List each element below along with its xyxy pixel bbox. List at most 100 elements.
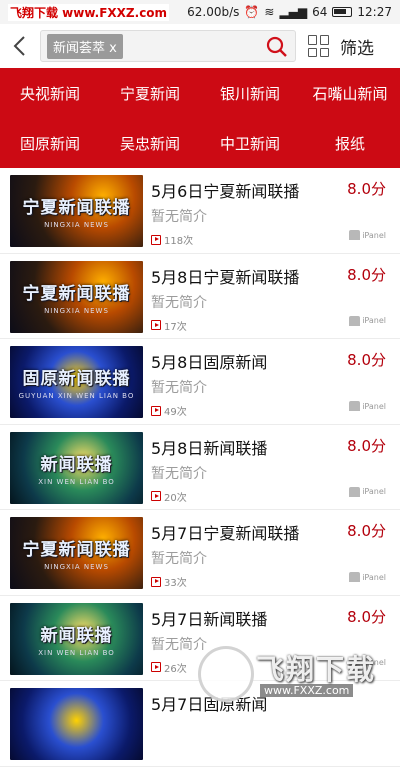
ipanel-source-icon xyxy=(349,486,361,497)
thumbnail-subtitle: XIN WEN LIAN BO xyxy=(38,477,115,486)
ipanel-source-icon xyxy=(349,572,361,582)
video-thumbnail[interactable]: 宁夏新闻联播 NINGXIA NEWS xyxy=(10,260,143,333)
program-intro: 暂无简介 xyxy=(151,465,207,482)
category-zhongwei[interactable]: 中卫新闻 xyxy=(200,118,300,168)
play-count-icon xyxy=(151,405,161,416)
list-item[interactable]: 宁夏新闻联播 NINGXIA NEWS 5月8日宁夏新闻联播 8.0分 暂无简介… xyxy=(0,254,400,339)
category-ningxia[interactable]: 宁夏新闻 xyxy=(100,68,200,118)
thumbnail-subtitle: GUYUAN XIN WEN LIAN BO xyxy=(18,392,135,400)
source-text: iPanel xyxy=(362,401,386,411)
play-count-icon xyxy=(151,234,161,245)
source-text: iPanel xyxy=(362,316,386,325)
watermark-text: 飞翔下载 www.FXXZ.com xyxy=(8,3,170,21)
view-count: 118次 xyxy=(151,232,193,247)
back-button[interactable] xyxy=(0,24,40,68)
thumbnail-subtitle: NINGXIA NEWS xyxy=(44,306,109,315)
thumbnail-subtitle: XIN WEN LIAN BO xyxy=(38,648,115,657)
category-newspaper[interactable]: 报纸 xyxy=(300,118,400,168)
search-icon[interactable] xyxy=(265,35,289,59)
category-panel: 央视新闻 宁夏新闻 银川新闻 石嘴山新闻 固原新闻 吴忠新闻 中卫新闻 报纸 xyxy=(0,68,400,168)
view-count-text: 118次 xyxy=(164,236,194,247)
view-count-text: 33次 xyxy=(164,578,187,589)
status-bar: 飞翔下载 www.FXXZ.com 62.00b/s ⏰ ≋ ▂▄▆ 64 12… xyxy=(0,0,400,24)
list-item[interactable]: 固原新闻联播 GUYUAN XIN WEN LIAN BO 5月8日固原新闻 8… xyxy=(0,339,400,425)
view-count: 33次 xyxy=(151,574,187,589)
list-item[interactable]: 新闻联播 XIN WEN LIAN BO 5月8日新闻联播 8.0分 暂无简介 … xyxy=(0,425,400,510)
thumbnail-title: 新闻联播 xyxy=(40,454,113,475)
video-thumbnail[interactable] xyxy=(10,688,143,760)
program-title[interactable]: 5月6日宁夏新闻联播 xyxy=(151,178,299,202)
video-thumbnail[interactable]: 新闻联播 XIN WEN LIAN BO xyxy=(10,431,143,504)
source-label: iPanel xyxy=(349,657,386,668)
search-tag-chip[interactable]: 新闻荟萃 x xyxy=(47,33,123,59)
category-yinchuan[interactable]: 银川新闻 xyxy=(200,68,300,118)
program-intro: 暂无简介 xyxy=(151,294,207,311)
source-text: iPanel xyxy=(362,487,386,496)
program-title[interactable]: 5月7日固原新闻 xyxy=(151,691,267,715)
thumbnail-title: 宁夏新闻联播 xyxy=(22,198,131,218)
play-count-icon xyxy=(151,491,161,501)
view-count-text: 20次 xyxy=(164,492,187,504)
ipanel-source-icon xyxy=(349,401,361,411)
ipanel-source-icon xyxy=(349,230,361,240)
category-guyuan[interactable]: 固原新闻 xyxy=(0,118,100,168)
program-title[interactable]: 5月8日宁夏新闻联播 xyxy=(151,264,299,288)
view-count: 26次 xyxy=(151,660,187,675)
thumbnail-subtitle: NINGXIA NEWS xyxy=(44,563,109,571)
program-title[interactable]: 5月8日固原新闻 xyxy=(151,349,267,373)
category-cctv[interactable]: 央视新闻 xyxy=(0,68,100,118)
source-text: iPanel xyxy=(362,230,386,240)
view-count-text: 26次 xyxy=(164,663,187,675)
video-thumbnail[interactable]: 宁夏新闻联播 NINGXIA NEWS xyxy=(10,517,143,589)
video-thumbnail[interactable]: 固原新闻联播 GUYUAN XIN WEN LIAN BO xyxy=(10,346,143,418)
play-count-icon xyxy=(151,662,161,672)
rating-score: 8.0分 xyxy=(347,522,386,540)
battery-icon xyxy=(332,7,353,17)
list-item[interactable]: 宁夏新闻联播 NINGXIA NEWS 5月6日宁夏新闻联播 8.0分 暂无简介… xyxy=(0,168,400,254)
ipanel-source-icon xyxy=(349,315,361,326)
view-count-text: 17次 xyxy=(164,321,187,333)
view-count-text: 49次 xyxy=(164,407,187,418)
program-title[interactable]: 5月7日新闻联播 xyxy=(151,606,267,630)
thumbnail-title: 新闻联播 xyxy=(40,625,113,646)
thumbnail-title: 宁夏新闻联播 xyxy=(22,283,131,304)
video-thumbnail[interactable]: 新闻联播 XIN WEN LIAN BO xyxy=(10,602,143,675)
category-wuzhong[interactable]: 吴忠新闻 xyxy=(100,118,200,168)
filter-button[interactable]: 筛选 xyxy=(340,34,374,59)
rating-score: 8.0分 xyxy=(347,436,386,455)
list-item[interactable]: 新闻联播 XIN WEN LIAN BO 5月7日新闻联播 8.0分 暂无简介 … xyxy=(0,596,400,681)
back-arrow-icon xyxy=(13,36,25,56)
search-field[interactable]: 新闻荟萃 x xyxy=(40,30,296,62)
view-count: 49次 xyxy=(151,403,187,418)
program-title[interactable]: 5月7日宁夏新闻联播 xyxy=(151,520,299,544)
play-count-icon xyxy=(151,320,161,330)
alarm-icon: ⏰ xyxy=(244,5,260,19)
rating-score: 8.0分 xyxy=(347,607,386,626)
list-item[interactable]: 5月7日固原新闻 xyxy=(0,681,400,767)
program-title[interactable]: 5月8日新闻联播 xyxy=(151,435,267,459)
network-speed: 62.00b/s xyxy=(187,5,240,19)
grid-view-icon[interactable] xyxy=(308,35,330,57)
signal-strength: 64 xyxy=(312,5,328,19)
rating-score: 8.0分 xyxy=(347,265,386,284)
video-thumbnail[interactable]: 宁夏新闻联播 NINGXIA NEWS xyxy=(10,175,143,247)
signal-icon: ▂▄▆ xyxy=(279,5,308,19)
thumbnail-title: 固原新闻联播 xyxy=(22,369,131,389)
category-shizuishan[interactable]: 石嘴山新闻 xyxy=(300,68,400,118)
source-text: iPanel xyxy=(362,572,386,582)
program-intro: 暂无简介 xyxy=(151,380,207,396)
thumbnail-subtitle: NINGXIA NEWS xyxy=(44,221,109,229)
source-label: iPanel xyxy=(349,572,386,582)
source-text: iPanel xyxy=(362,658,386,667)
program-intro: 暂无简介 xyxy=(151,209,207,225)
status-indicators: 62.00b/s ⏰ ≋ ▂▄▆ 64 12:27 xyxy=(187,5,392,19)
thumbnail-title: 宁夏新闻联播 xyxy=(22,540,131,560)
source-label: iPanel xyxy=(349,230,386,240)
program-intro: 暂无简介 xyxy=(151,636,207,653)
rating-score: 8.0分 xyxy=(347,351,386,369)
program-intro: 暂无简介 xyxy=(151,551,207,567)
ipanel-source-icon xyxy=(349,657,361,668)
source-label: iPanel xyxy=(349,486,386,497)
list-item[interactable]: 宁夏新闻联播 NINGXIA NEWS 5月7日宁夏新闻联播 8.0分 暂无简介… xyxy=(0,510,400,596)
source-label: iPanel xyxy=(349,401,386,411)
